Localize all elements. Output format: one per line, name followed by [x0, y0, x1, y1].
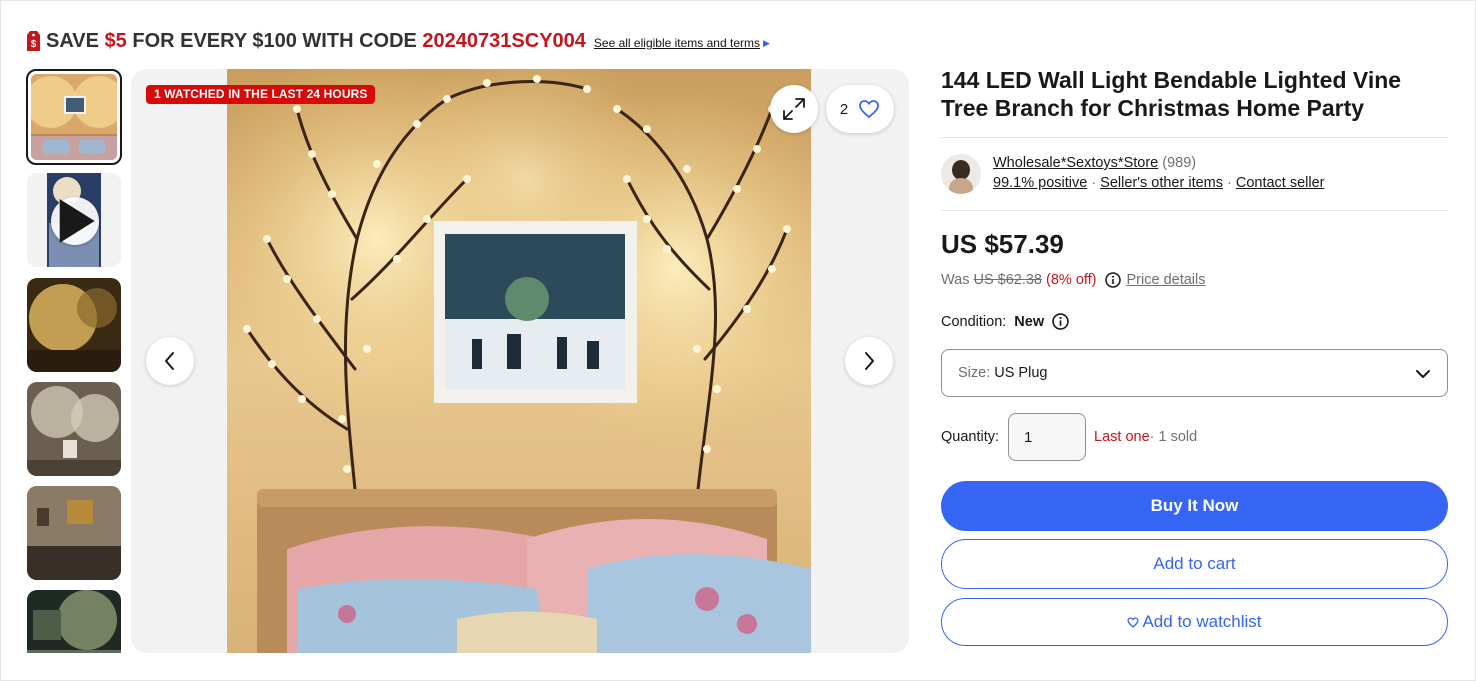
add-to-watchlist-label: Add to watchlist [1142, 612, 1262, 631]
thumbnail-image [27, 382, 121, 476]
sold-note: · 1 sold [1149, 429, 1198, 445]
seller-name-link[interactable]: Wholesale*Sextoys*Store [993, 155, 1158, 171]
add-to-cart-button[interactable]: Add to cart [941, 539, 1448, 589]
was-label: Was [941, 272, 970, 288]
add-to-watchlist-button[interactable]: Add to watchlist [941, 598, 1448, 646]
quantity-row: Quantity: Last one · 1 sold [941, 413, 1197, 461]
main-image-gallery[interactable]: 1 WATCHED IN THE LAST 24 HOURS 2 [131, 69, 909, 653]
svg-text:$: $ [31, 39, 37, 50]
watchers-count: 2 [839, 100, 849, 118]
thumbnail-3[interactable] [27, 278, 121, 372]
play-icon[interactable] [51, 197, 99, 245]
price-tag-icon: $ [27, 31, 40, 51]
listing-summary: 144 LED Wall Light Bendable Lighted Vine… [941, 66, 1448, 122]
promo-banner: $ SAVE $5 FOR EVERY $100 WITH CODE 20240… [26, 26, 770, 56]
chevron-left-icon [165, 352, 174, 370]
seller-feedback-link[interactable]: 99.1% positive [993, 175, 1087, 191]
thumbnail-5[interactable] [27, 486, 121, 580]
info-icon[interactable] [1052, 313, 1069, 330]
stock-note: Last one [1094, 429, 1150, 445]
thumbnail-4[interactable] [27, 382, 121, 476]
size-label: Size: [958, 365, 991, 381]
expand-icon [783, 98, 805, 120]
chevron-right-icon [865, 352, 874, 370]
thumbnail-strip[interactable] [26, 69, 122, 653]
thumbnail-image [27, 590, 121, 653]
previous-image-button[interactable] [146, 337, 194, 385]
price-details-link[interactable]: Price details [1127, 272, 1206, 288]
seller-other-items-link[interactable]: Seller's other items [1100, 175, 1223, 191]
info-icon[interactable] [1104, 272, 1121, 288]
thumbnail-image [31, 74, 117, 160]
eligible-items-link[interactable]: See all eligible items and terms [594, 36, 760, 50]
quantity-input[interactable] [1008, 413, 1087, 461]
thumbnail-2-video[interactable] [27, 173, 121, 267]
size-select[interactable]: Size: US Plug [941, 349, 1448, 397]
thumbnail-1[interactable] [26, 69, 122, 165]
was-price-row: Was US $62.38 (8% off) Price details [941, 272, 1206, 288]
was-price: US $62.38 [973, 272, 1042, 288]
contact-seller-link[interactable]: Contact seller [1236, 175, 1325, 191]
promo-text: SAVE $5 FOR EVERY $100 WITH CODE 2024073… [46, 29, 586, 52]
divider [941, 210, 1448, 211]
thumbnail-image [27, 486, 121, 580]
expand-image-button[interactable] [770, 85, 818, 133]
promo-code: 20240731SCY004 [422, 29, 586, 52]
chevron-down-icon [1416, 370, 1430, 378]
divider [941, 137, 1448, 138]
thumbnail-image [27, 278, 121, 372]
condition-label: Condition: [941, 313, 1007, 330]
promo-amount: $5 [104, 29, 127, 52]
heart-icon [1127, 616, 1140, 628]
product-image [227, 69, 811, 653]
size-value: US Plug [994, 365, 1048, 381]
current-price: US $57.39 [941, 229, 1064, 259]
condition-row: Condition: New [941, 313, 1069, 330]
watched-badge: 1 WATCHED IN THE LAST 24 HOURS [146, 85, 376, 104]
quantity-label: Quantity: [941, 429, 1000, 445]
discount-percent: (8% off) [1046, 272, 1097, 288]
seller-avatar[interactable] [941, 154, 981, 194]
arrow-right-icon: ▶ [762, 37, 770, 48]
watchers-button[interactable]: 2 [826, 85, 894, 133]
condition-value: New [1014, 313, 1045, 330]
seller-feedback-count: (989) [1162, 155, 1197, 171]
next-image-button[interactable] [845, 337, 893, 385]
listing-title: 144 LED Wall Light Bendable Lighted Vine… [941, 67, 1402, 121]
heart-icon [859, 100, 880, 118]
buy-it-now-button[interactable]: Buy It Now [941, 481, 1448, 531]
seller-info: Wholesale*Sextoys*Store (989) 99.1% posit… [941, 152, 1448, 196]
thumbnail-6[interactable] [27, 590, 121, 653]
main-product-photo[interactable] [227, 69, 811, 653]
